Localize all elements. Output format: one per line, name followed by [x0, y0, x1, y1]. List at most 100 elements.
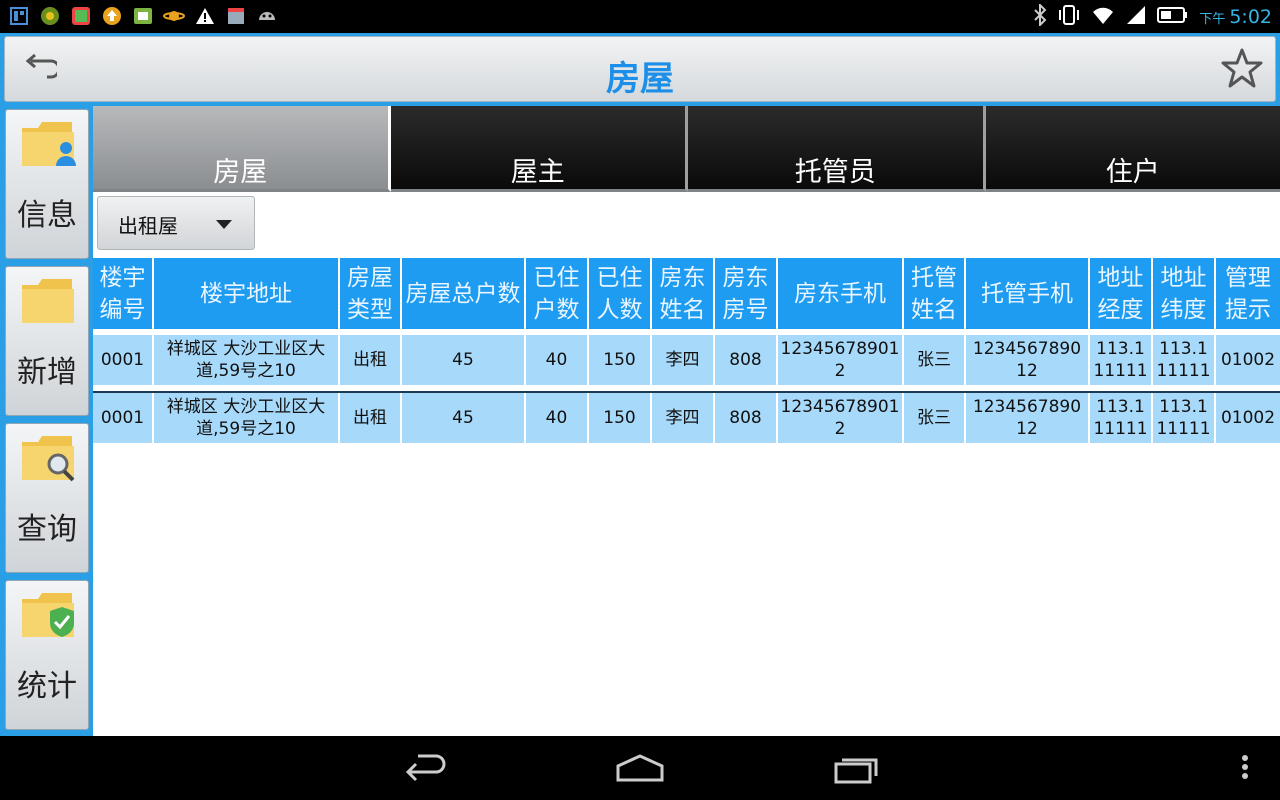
game-notification-icon [39, 5, 61, 27]
dropdown-value: 出租屋 [118, 214, 178, 238]
signal-icon [1125, 4, 1147, 30]
main-panel: 房屋 屋主 托管员 住户 出租屋 楼宇编号 楼宇地址 房屋类型 房屋总户数 已住户数 已住… [93, 106, 1280, 736]
sidebar-item-label: 统计 [17, 669, 77, 704]
folder-icon [20, 275, 76, 327]
table-row[interactable]: 0001 祥城区 大沙工业区大道,59号之10 出租 45 40 150 李四 808 1234… [93, 335, 1280, 385]
sidebar-item-stats[interactable]: 统计 [5, 580, 89, 730]
table-cell: 李四 [652, 335, 715, 385]
column-header: 楼宇编号 [93, 258, 154, 329]
store-notification-icon [132, 5, 154, 27]
sidebar-item-search[interactable]: 查询 [5, 423, 89, 573]
vibrate-icon [1057, 4, 1081, 30]
table-cell: 808 [715, 393, 778, 443]
tab-label: 住户 [1105, 157, 1160, 188]
column-header: 房屋总户数 [402, 258, 526, 329]
table-cell: 出租 [340, 335, 402, 385]
tab-owner[interactable]: 屋主 [390, 106, 688, 192]
table-row[interactable]: 0001 祥城区 大沙工业区大道,59号之10 出租 45 40 150 李四 808 1234… [93, 391, 1280, 443]
status-clock: 5:02 [1229, 6, 1272, 28]
android-notification-icon [256, 5, 278, 27]
title-bar: 房屋 [4, 36, 1276, 102]
sidebar-item-label: 查询 [17, 512, 77, 547]
box-notification-icon [225, 5, 247, 27]
table-cell: 张三 [904, 393, 966, 443]
column-header: 已住人数 [589, 258, 652, 329]
sidebar-item-add[interactable]: 新增 [5, 266, 89, 416]
column-header: 管理提示 [1216, 258, 1280, 329]
table-cell: 123456789012 [778, 393, 904, 443]
table-cell: 123456789012 [966, 393, 1090, 443]
table-cell: 113.111111 [1090, 335, 1153, 385]
folder-user-icon [20, 118, 76, 170]
planet-notification-icon [163, 5, 185, 27]
table-cell: 01002 [1216, 335, 1280, 385]
table-cell: 0001 [93, 335, 154, 385]
tab-bar: 房屋 屋主 托管员 住户 [93, 106, 1280, 192]
tab-custodian[interactable]: 托管员 [688, 106, 986, 192]
app-window: 房屋 信息 新增 查询 统计 房屋 屋主 托管员 住户 出租屋 楼宇编号 楼宇地… [0, 33, 1280, 736]
tab-label: 屋主 [510, 157, 565, 188]
table-cell: 出租 [340, 393, 402, 443]
status-ampm: 下午 [1199, 11, 1226, 27]
table-cell: 40 [526, 335, 589, 385]
column-header: 楼宇地址 [154, 258, 340, 329]
menu-overflow-icon[interactable] [1230, 752, 1260, 786]
table-cell: 张三 [904, 335, 966, 385]
chevron-down-icon [216, 220, 232, 229]
sidebar-item-label: 信息 [17, 198, 77, 233]
folder-check-icon [20, 589, 76, 641]
update-notification-icon [101, 5, 123, 27]
app-notification-icon [8, 5, 30, 27]
wifi-icon [1091, 4, 1115, 30]
table-cell: 123456789012 [966, 335, 1090, 385]
table-cell: 45 [402, 393, 526, 443]
notification-icons [8, 5, 278, 27]
column-header: 房东姓名 [652, 258, 715, 329]
table-cell: 123456789012 [778, 335, 904, 385]
table-cell: 祥城区 大沙工业区大道,59号之10 [154, 393, 340, 443]
tab-label: 托管员 [794, 157, 876, 188]
tab-house[interactable]: 房屋 [93, 106, 391, 192]
table-cell: 李四 [652, 393, 715, 443]
sidebar-item-info[interactable]: 信息 [5, 109, 89, 259]
tab-label: 房屋 [213, 157, 268, 188]
table-cell: 150 [589, 393, 652, 443]
house-type-dropdown[interactable]: 出租屋 [97, 196, 255, 250]
table-header-row: 楼宇编号 楼宇地址 房屋类型 房屋总户数 已住户数 已住人数 房东姓名 房东房号 房东手机 托管姓… [93, 258, 1280, 329]
table-cell: 113.111111 [1090, 393, 1153, 443]
sidebar-item-label: 新增 [17, 355, 77, 390]
navigation-bar [0, 736, 1280, 800]
sidebar: 信息 新增 查询 统计 [3, 106, 90, 733]
system-status: 下午 5:02 [1033, 2, 1272, 30]
house-table: 楼宇编号 楼宇地址 房屋类型 房屋总户数 已住户数 已住人数 房东姓名 房东房号 房东手机 托管姓… [93, 258, 1280, 443]
column-header: 托管姓名 [904, 258, 966, 329]
page-title: 房屋 [606, 59, 674, 99]
column-header: 地址经度 [1090, 258, 1153, 329]
nav-home-icon[interactable] [614, 752, 666, 786]
table-cell: 113.111111 [1153, 335, 1216, 385]
table-cell: 祥城区 大沙工业区大道,59号之10 [154, 335, 340, 385]
folder-search-icon [20, 432, 76, 484]
table-cell: 01002 [1216, 393, 1280, 443]
table-cell: 150 [589, 335, 652, 385]
column-header: 已住户数 [526, 258, 589, 329]
battery-icon [1157, 5, 1189, 29]
favorite-star-icon[interactable] [1221, 47, 1263, 89]
column-header: 房屋类型 [340, 258, 402, 329]
tab-resident[interactable]: 住户 [985, 106, 1280, 192]
column-header: 托管手机 [966, 258, 1090, 329]
column-header: 房东房号 [715, 258, 778, 329]
table-cell: 808 [715, 335, 778, 385]
status-bar: 下午 5:02 [0, 0, 1280, 33]
table-cell: 113.111111 [1153, 393, 1216, 443]
column-header: 房东手机 [778, 258, 904, 329]
nav-recent-apps-icon[interactable] [830, 752, 882, 786]
table-cell: 40 [526, 393, 589, 443]
nav-back-icon[interactable] [398, 752, 450, 786]
photo-notification-icon [70, 5, 92, 27]
column-header: 地址纬度 [1153, 258, 1216, 329]
table-cell: 0001 [93, 393, 154, 443]
bluetooth-icon [1033, 2, 1047, 30]
table-cell: 45 [402, 335, 526, 385]
warning-icon [194, 5, 216, 27]
